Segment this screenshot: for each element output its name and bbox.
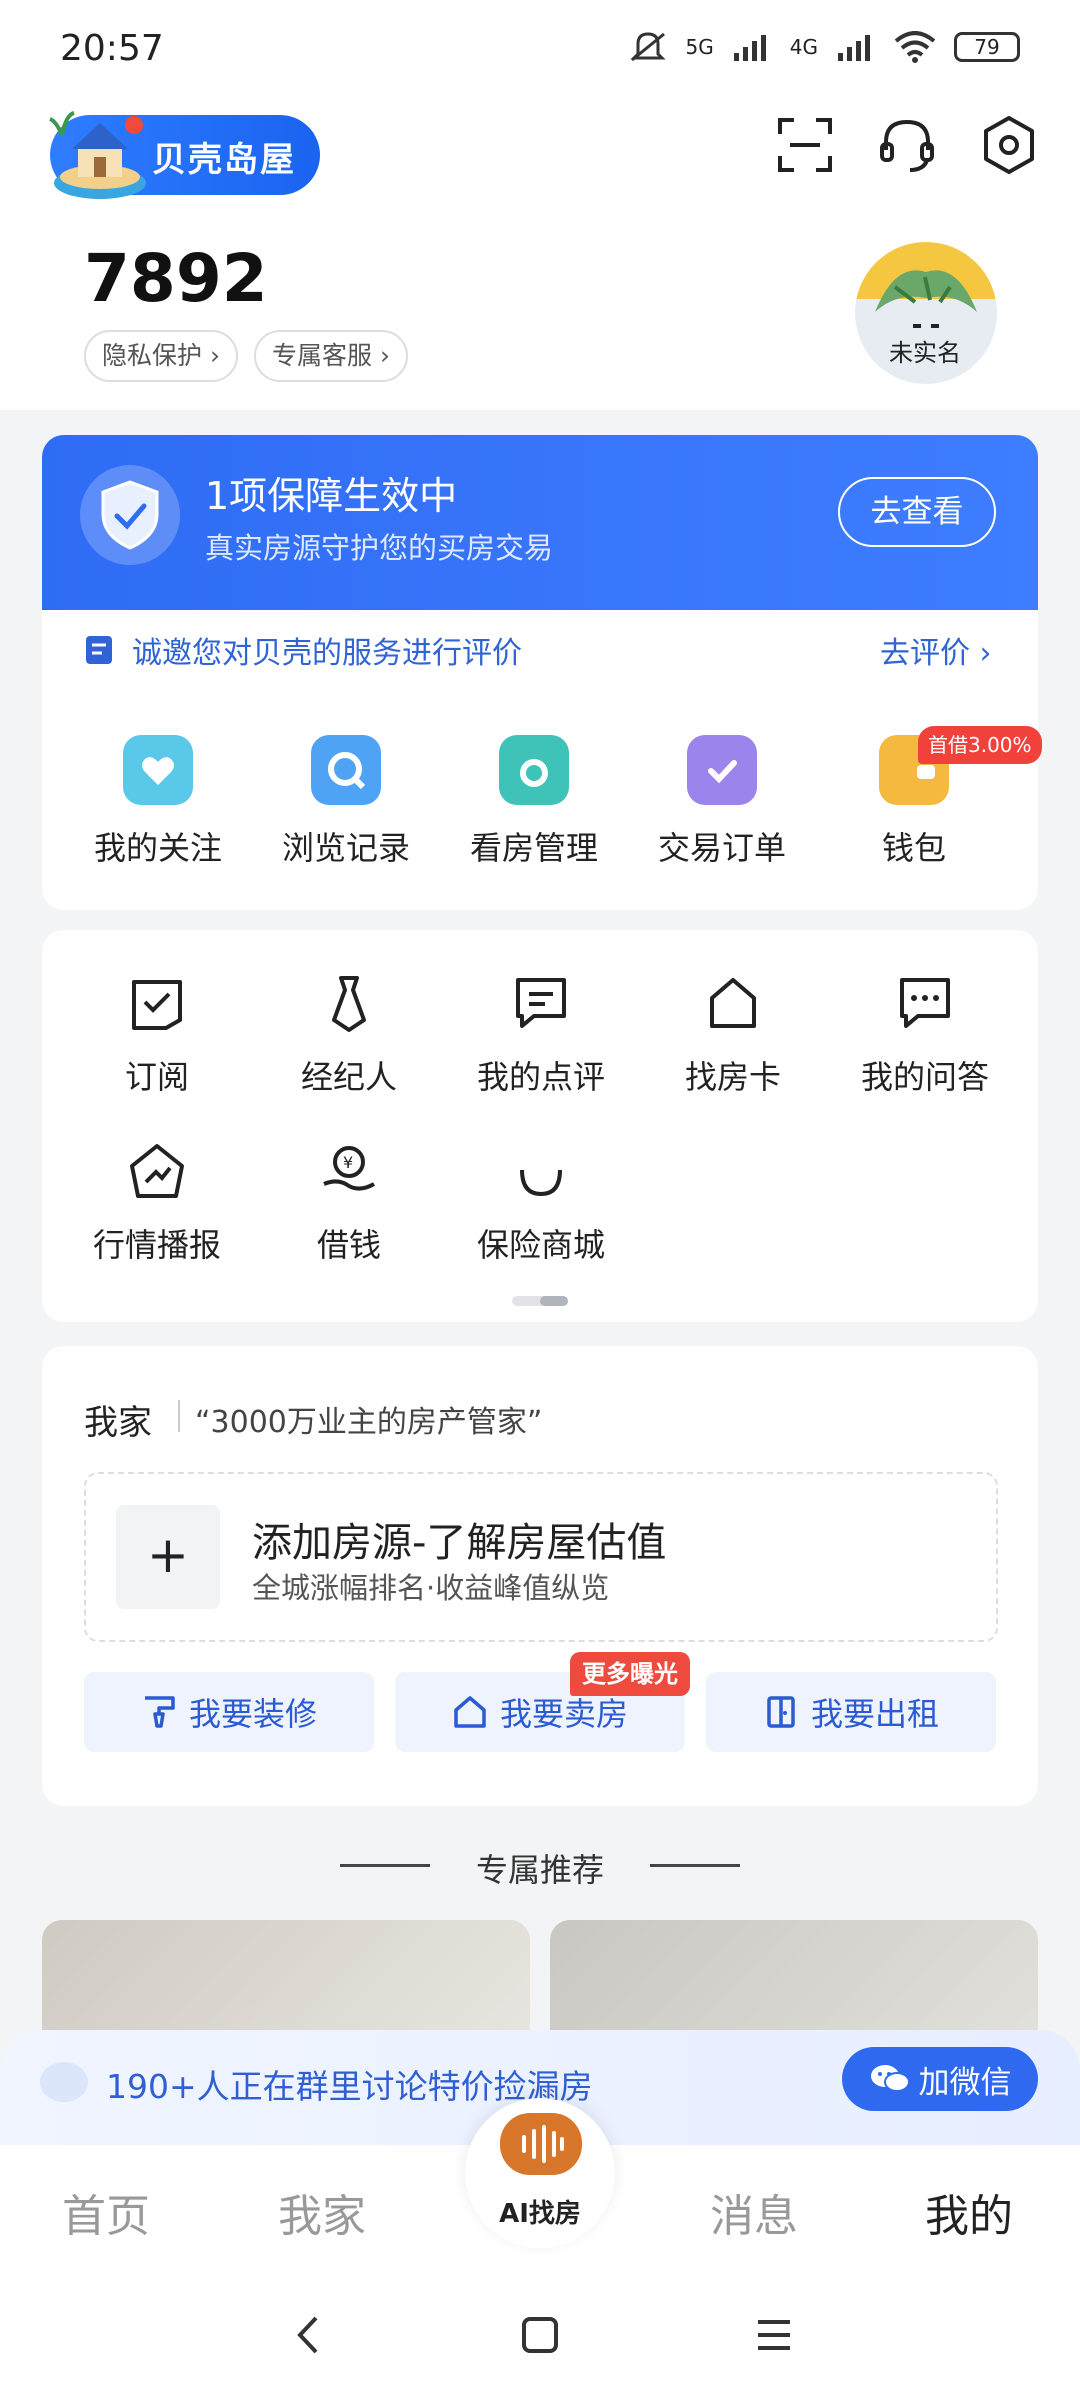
wechat-icon: [869, 2062, 911, 2096]
mute-icon: [628, 30, 668, 64]
voice-wave-icon: [500, 2113, 582, 2175]
privacy-chip-label: 隐私保护: [102, 341, 203, 370]
privacy-chip[interactable]: 隐私保护 ›: [84, 330, 238, 382]
tab-home[interactable]: 首页: [62, 2180, 150, 2244]
settings-icon[interactable]: [974, 110, 1044, 180]
wifi-icon: [894, 31, 936, 63]
door-icon: [763, 1694, 799, 1730]
comment-icon: [510, 972, 572, 1034]
add-wechat-label: 加微信: [918, 2064, 1012, 2101]
my-home-title: 我家: [84, 1403, 152, 1443]
network-4g-label: 4G: [789, 35, 818, 59]
service-label: 保险商城: [476, 1226, 605, 1264]
app-name: 贝壳岛屋: [152, 140, 296, 180]
customer-service-icon[interactable]: [872, 110, 942, 180]
quick-label: 看房管理: [469, 829, 598, 867]
add-wechat-button[interactable]: 加微信: [842, 2047, 1038, 2111]
quick-label: 交易订单: [657, 829, 786, 867]
paint-roller-icon: [141, 1694, 177, 1730]
service-item-subscribe[interactable]: 订阅: [62, 972, 252, 1098]
house-card-icon: [702, 972, 764, 1034]
service-item-agent[interactable]: 经纪人: [254, 972, 444, 1098]
tab-my-home[interactable]: 我家: [278, 2180, 366, 2244]
protection-subtitle: 真实房源守护您的买房交易: [205, 531, 554, 565]
house-icon: [452, 1694, 488, 1730]
user-id: 7892: [84, 240, 268, 317]
service-label: 我的点评: [476, 1058, 605, 1096]
quick-item-follow[interactable]: 我的关注: [68, 735, 248, 869]
service-item-market[interactable]: 行情播报: [62, 1140, 252, 1266]
menu-icon[interactable]: [752, 2310, 796, 2360]
quick-label: 我的关注: [93, 829, 222, 867]
island-house-icon: [48, 105, 158, 205]
protection-title: 1项保障生效中: [205, 474, 458, 518]
review-invite-text: 诚邀您对贝壳的服务进行评价: [132, 636, 522, 671]
add-property-title: 添加房源-了解房屋估值: [252, 1520, 667, 1566]
quick-item-orders[interactable]: 交易订单: [632, 735, 812, 869]
market-icon: [126, 1140, 188, 1202]
page-indicator: [512, 1296, 568, 1306]
review-link[interactable]: 去评价 ›: [880, 628, 992, 672]
add-property-subtitle: 全城涨幅排名·收益峰值纵览: [252, 1571, 610, 1605]
chat-bubble-icon: [40, 2062, 88, 2102]
service-item-insurance[interactable]: 保险商城: [446, 1140, 636, 1266]
service-chip[interactable]: 专属客服 ›: [254, 330, 408, 382]
my-home-slogan: “3000万业主的房产管家”: [195, 1405, 543, 1440]
renovate-label: 我要装修: [188, 1695, 317, 1733]
service-label: 经纪人: [300, 1058, 397, 1096]
tab-messages[interactable]: 消息: [710, 2180, 798, 2244]
service-item-house-card[interactable]: 找房卡: [638, 972, 828, 1098]
status-time: 20:57: [60, 28, 164, 69]
service-chip-label: 专属客服: [272, 341, 373, 370]
home-nav-icon[interactable]: [518, 2310, 562, 2360]
service-item-my-reviews[interactable]: 我的点评: [446, 972, 636, 1098]
qa-icon: [894, 972, 956, 1034]
tab-mine[interactable]: 我的: [925, 2180, 1013, 2244]
plus-icon[interactable]: +: [116, 1505, 220, 1609]
signal-icon-1: [732, 33, 772, 61]
folder-icon: [499, 735, 569, 805]
renovate-button[interactable]: 我要装修: [84, 1672, 374, 1752]
svg-text:¥: ¥: [343, 1153, 353, 1172]
service-label: 行情播报: [92, 1226, 221, 1264]
agent-icon: [318, 972, 380, 1034]
recommend-title: 专属推荐: [475, 1851, 604, 1889]
avatar-label: 未实名: [889, 339, 961, 367]
status-icons: 5G 4G 79: [628, 30, 1020, 64]
view-protection-button[interactable]: 去查看: [838, 477, 996, 547]
clipboard-check-icon: [687, 735, 757, 805]
review-note-icon: [82, 632, 118, 668]
service-label: 订阅: [124, 1058, 189, 1096]
browse-icon: [311, 735, 381, 805]
insurance-icon: [510, 1140, 572, 1202]
quick-label: 浏览记录: [281, 829, 410, 867]
title-divider: [178, 1400, 180, 1432]
divider-right: [650, 1864, 740, 1867]
wallet-rate-badge: 首借3.00%: [918, 726, 1042, 764]
quick-item-history[interactable]: 浏览记录: [256, 735, 436, 869]
rent-out-button[interactable]: 我要出租: [706, 1672, 996, 1752]
network-5g-label: 5G: [685, 35, 714, 59]
ai-search-label: AI找房: [499, 2199, 581, 2229]
signal-icon-2: [836, 33, 876, 61]
review-link-label: 去评价: [880, 636, 970, 671]
quick-item-viewing[interactable]: 看房管理: [444, 735, 624, 869]
loan-icon: ¥: [318, 1140, 380, 1202]
more-exposure-tag: 更多曝光: [570, 1652, 690, 1696]
service-item-loan[interactable]: ¥ 借钱: [254, 1140, 444, 1266]
subscribe-icon: [126, 972, 188, 1034]
service-label: 借钱: [316, 1226, 381, 1264]
quick-label: 钱包: [881, 829, 946, 867]
battery-icon: 79: [954, 32, 1020, 62]
heart-house-icon: [123, 735, 193, 805]
back-icon[interactable]: [288, 2310, 328, 2360]
service-item-qa[interactable]: 我的问答: [830, 972, 1020, 1098]
shield-icon: [97, 478, 163, 552]
scan-icon[interactable]: [770, 110, 840, 180]
service-label: 我的问答: [860, 1058, 989, 1096]
rent-out-label: 我要出租: [810, 1695, 939, 1733]
service-label: 找房卡: [684, 1058, 781, 1096]
